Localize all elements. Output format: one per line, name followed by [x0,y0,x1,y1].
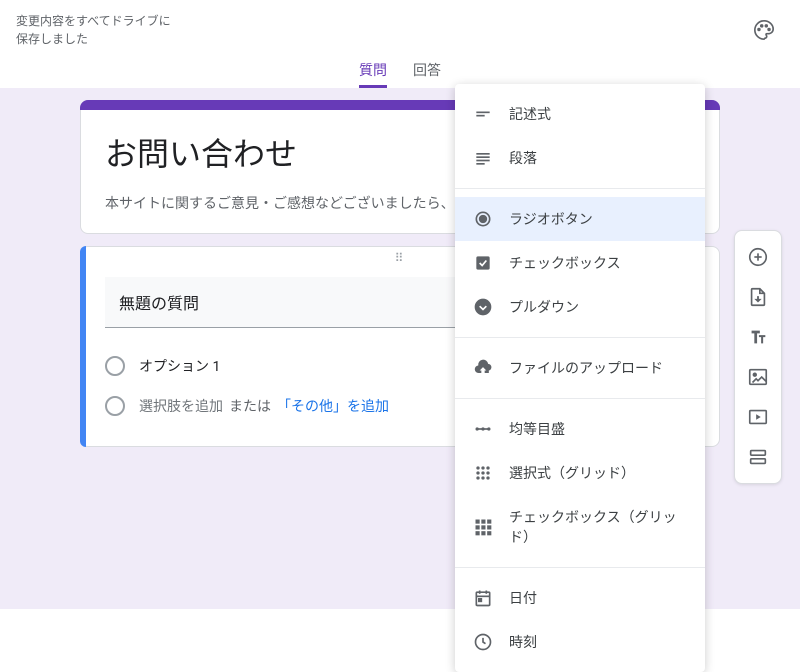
dropdown-icon [473,297,493,317]
grid-radio-icon [473,463,493,483]
save-status-line1: 変更内容をすべてドライブに [16,12,171,30]
menu-divider [455,188,705,189]
menu-label: 段落 [509,148,537,168]
menu-item-multiple-choice[interactable]: ラジオボタン [455,197,705,241]
add-question-button[interactable] [740,239,776,275]
save-status-line2: 保存しました [16,30,171,48]
menu-divider [455,398,705,399]
menu-label: 日付 [509,588,537,608]
add-other-button[interactable]: 「その他」を追加 [277,396,389,416]
menu-item-date[interactable]: 日付 [455,576,705,620]
linear-scale-icon [473,419,493,439]
menu-divider [455,337,705,338]
menu-item-grid-mc[interactable]: 選択式（グリッド） [455,451,705,495]
menu-item-paragraph[interactable]: 段落 [455,136,705,180]
import-questions-button[interactable] [740,279,776,315]
add-image-button-toolbar[interactable] [740,359,776,395]
menu-item-file-upload[interactable]: ファイルのアップロード [455,346,705,390]
question-title-input[interactable] [105,277,489,328]
menu-item-checkboxes[interactable]: チェックボックス [455,241,705,285]
tab-questions[interactable]: 質問 [359,60,387,88]
menu-item-time[interactable]: 時刻 [455,620,705,664]
image-icon [747,366,769,388]
menu-item-grid-cb[interactable]: チェックボックス（グリッド） [455,495,705,559]
add-section-button[interactable] [740,439,776,475]
customize-theme-button[interactable] [744,10,784,50]
calendar-icon [473,588,493,608]
menu-divider [455,567,705,568]
question-type-menu: 記述式 段落 ラジオボタン チェックボックス プルダウン ファイルのアップロード… [455,84,705,672]
paragraph-icon [473,148,493,168]
section-icon [747,446,769,468]
menu-label: 選択式（グリッド） [509,463,635,483]
checkbox-icon [473,253,493,273]
menu-label: 記述式 [509,104,551,124]
palette-icon [753,19,775,41]
add-title-button[interactable] [740,319,776,355]
floating-toolbar [734,230,782,484]
import-icon [747,286,769,308]
menu-item-linear-scale[interactable]: 均等目盛 [455,407,705,451]
or-text: または [229,396,271,416]
tab-responses[interactable]: 回答 [413,60,441,88]
add-video-button[interactable] [740,399,776,435]
radio-selected-icon [473,209,493,229]
option-label[interactable]: オプション 1 [139,356,220,376]
header-bar: 変更内容をすべてドライブに 保存しました [0,0,800,60]
short-text-icon [473,104,493,124]
menu-label: チェックボックス（グリッド） [509,507,687,547]
grid-checkbox-icon [473,517,493,537]
menu-label: 均等目盛 [509,419,565,439]
menu-label: チェックボックス [509,253,621,273]
radio-icon [105,396,125,416]
text-icon [747,326,769,348]
add-option-button[interactable]: 選択肢を追加 [139,396,223,416]
menu-item-dropdown[interactable]: プルダウン [455,285,705,329]
menu-label: ファイルのアップロード [509,358,663,378]
video-icon [747,406,769,428]
clock-icon [473,632,493,652]
menu-label: ラジオボタン [509,209,593,229]
cloud-upload-icon [473,358,493,378]
menu-label: プルダウン [509,297,579,317]
save-status: 変更内容をすべてドライブに 保存しました [16,12,171,48]
menu-label: 時刻 [509,632,537,652]
drag-handle-icon[interactable]: ⠿ [395,251,406,265]
radio-icon [105,356,125,376]
menu-item-short-answer[interactable]: 記述式 [455,92,705,136]
plus-circle-icon [747,246,769,268]
